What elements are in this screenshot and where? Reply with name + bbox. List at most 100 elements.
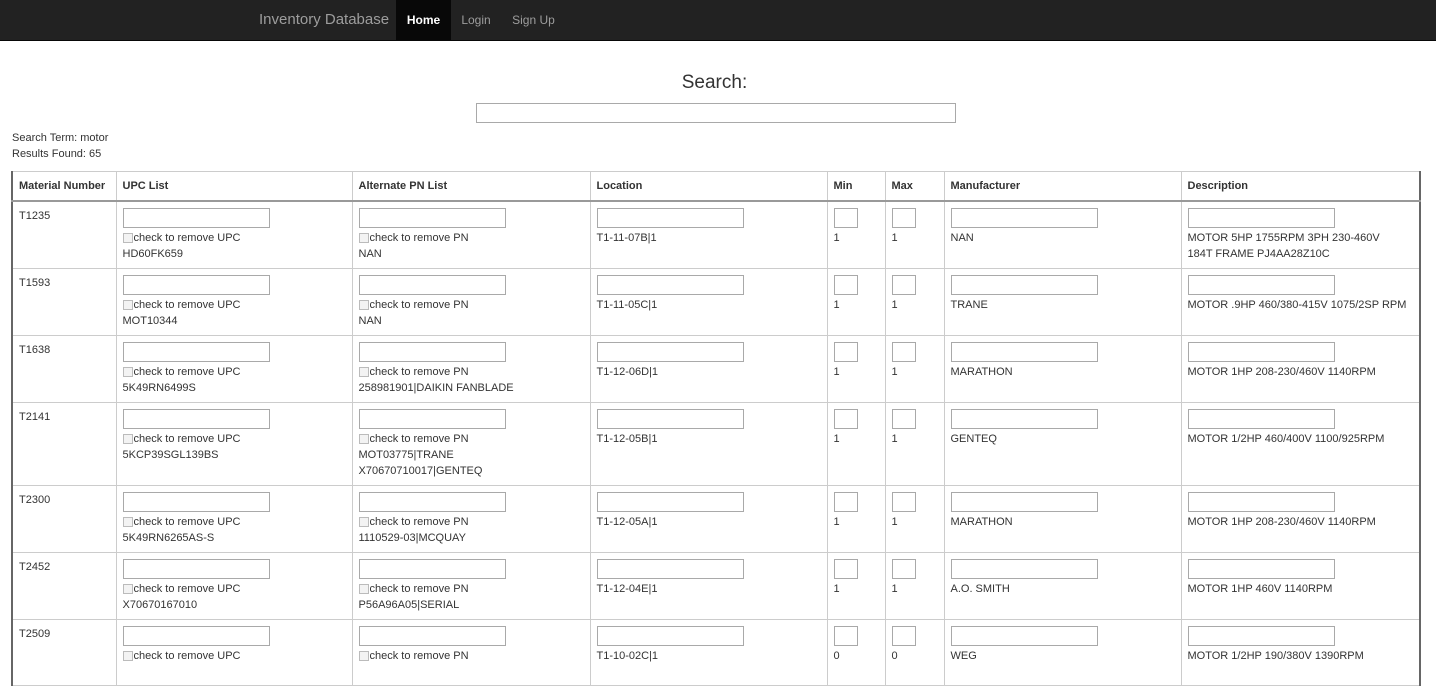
manufacturer-input[interactable] — [950, 409, 1098, 429]
min-value: 0 — [833, 650, 840, 662]
min-input[interactable] — [833, 626, 858, 646]
max-input[interactable] — [891, 208, 916, 228]
max-input[interactable] — [891, 492, 916, 512]
manufacturer-input[interactable] — [950, 342, 1098, 362]
max-input[interactable] — [891, 626, 916, 646]
min-input[interactable] — [833, 342, 858, 362]
min-input[interactable] — [833, 409, 858, 429]
remove-upc-checkbox[interactable] — [122, 367, 133, 377]
nav-home[interactable]: Home — [396, 0, 451, 40]
pn-input[interactable] — [358, 626, 506, 646]
table-row: T1235 check to remove UPC HD60FK659 check t… — [11, 200, 1421, 269]
table-header-row: Material Number UPC List Alternate PN Li… — [11, 171, 1421, 202]
header-manufacturer: Manufacturer — [943, 171, 1182, 202]
location-input[interactable] — [596, 342, 744, 362]
max-input[interactable] — [891, 559, 916, 579]
pn-input[interactable] — [358, 342, 506, 362]
remove-pn-checkbox[interactable] — [358, 233, 369, 243]
remove-upc-checkbox[interactable] — [122, 517, 133, 527]
description-cell: MOTOR 1HP 460V 1140RPM — [1180, 552, 1421, 620]
upc-input[interactable] — [122, 559, 270, 579]
nav-login[interactable]: Login — [451, 0, 501, 40]
max-input[interactable] — [891, 275, 916, 295]
remove-upc-label: check to remove UPC — [133, 433, 241, 445]
min-cell: 1 — [826, 552, 886, 620]
remove-pn-checkbox[interactable] — [358, 434, 369, 444]
upc-cell: check to remove UPC HD60FK659 — [115, 200, 353, 269]
remove-pn-checkbox[interactable] — [358, 584, 369, 594]
description-input[interactable] — [1187, 208, 1335, 228]
description-input[interactable] — [1187, 342, 1335, 362]
remove-pn-checkbox[interactable] — [358, 367, 369, 377]
description-input[interactable] — [1187, 492, 1335, 512]
nav-signup[interactable]: Sign Up — [501, 0, 566, 40]
remove-pn-checkbox[interactable] — [358, 300, 369, 310]
location-input[interactable] — [596, 208, 744, 228]
remove-upc-checkbox[interactable] — [122, 651, 133, 661]
search-input[interactable] — [476, 103, 956, 123]
pn-input[interactable] — [358, 208, 506, 228]
max-input[interactable] — [891, 409, 916, 429]
description-input[interactable] — [1187, 559, 1335, 579]
upc-input[interactable] — [122, 626, 270, 646]
description-value: 184T FRAME PJ4AA28Z10C — [1187, 248, 1330, 260]
location-input[interactable] — [596, 559, 744, 579]
alternate-pn-cell: check to remove PN P56A96A05|SERIAL — [351, 552, 591, 620]
table-row: T2509 check to remove UPC check to remove … — [11, 619, 1421, 686]
remove-upc-checkbox[interactable] — [122, 584, 133, 594]
min-input[interactable] — [833, 492, 858, 512]
remove-pn-checkbox[interactable] — [358, 517, 369, 527]
description-input[interactable] — [1187, 409, 1335, 429]
manufacturer-input[interactable] — [950, 492, 1098, 512]
remove-upc-checkbox[interactable] — [122, 300, 133, 310]
remove-pn-checkbox[interactable] — [358, 651, 369, 661]
max-cell: 1 — [884, 335, 945, 403]
remove-pn-row: check to remove PN — [358, 581, 584, 597]
location-input[interactable] — [596, 409, 744, 429]
brand-link[interactable]: Inventory Database — [259, 0, 389, 40]
header-upc-list: UPC List — [115, 171, 353, 202]
pn-input[interactable] — [358, 492, 506, 512]
manufacturer-input[interactable] — [950, 559, 1098, 579]
max-value: 1 — [891, 366, 898, 378]
max-value: 1 — [891, 516, 898, 528]
manufacturer-input[interactable] — [950, 626, 1098, 646]
max-input[interactable] — [891, 342, 916, 362]
manufacturer-cell: A.O. SMITH — [943, 552, 1182, 620]
upc-input[interactable] — [122, 342, 270, 362]
remove-pn-row: check to remove PN — [358, 514, 584, 530]
remove-pn-label: check to remove PN — [369, 299, 469, 311]
pn-input[interactable] — [358, 275, 506, 295]
min-input[interactable] — [833, 208, 858, 228]
remove-upc-checkbox[interactable] — [122, 233, 133, 243]
description-input[interactable] — [1187, 275, 1335, 295]
upc-input[interactable] — [122, 275, 270, 295]
upc-input[interactable] — [122, 492, 270, 512]
manufacturer-value: NAN — [950, 232, 974, 244]
manufacturer-input[interactable] — [950, 208, 1098, 228]
header-alternate-pn-list: Alternate PN List — [351, 171, 591, 202]
description-input[interactable] — [1187, 626, 1335, 646]
upc-input[interactable] — [122, 208, 270, 228]
alternate-pn-cell: check to remove PN — [351, 619, 591, 686]
pn-input[interactable] — [358, 559, 506, 579]
upc-cell: check to remove UPC 5K49RN6499S — [115, 335, 353, 403]
upc-cell: check to remove UPC 5KCP39SGL139BS — [115, 402, 353, 486]
location-input[interactable] — [596, 275, 744, 295]
remove-upc-label: check to remove UPC — [133, 516, 241, 528]
header-material-number: Material Number — [11, 171, 117, 202]
material-number: T1638 — [19, 344, 51, 356]
manufacturer-cell: MARATHON — [943, 485, 1182, 553]
location-input[interactable] — [596, 626, 744, 646]
location-input[interactable] — [596, 492, 744, 512]
min-input[interactable] — [833, 559, 858, 579]
min-input[interactable] — [833, 275, 858, 295]
alternate-pn-cell: check to remove PN MOT03775|TRANE X7067071… — [351, 402, 591, 486]
material-number-cell: T2452 — [11, 552, 117, 620]
pn-input[interactable] — [358, 409, 506, 429]
min-value: 1 — [833, 299, 840, 311]
remove-upc-checkbox[interactable] — [122, 434, 133, 444]
upc-input[interactable] — [122, 409, 270, 429]
upc-value: HD60FK659 — [122, 248, 184, 260]
manufacturer-input[interactable] — [950, 275, 1098, 295]
